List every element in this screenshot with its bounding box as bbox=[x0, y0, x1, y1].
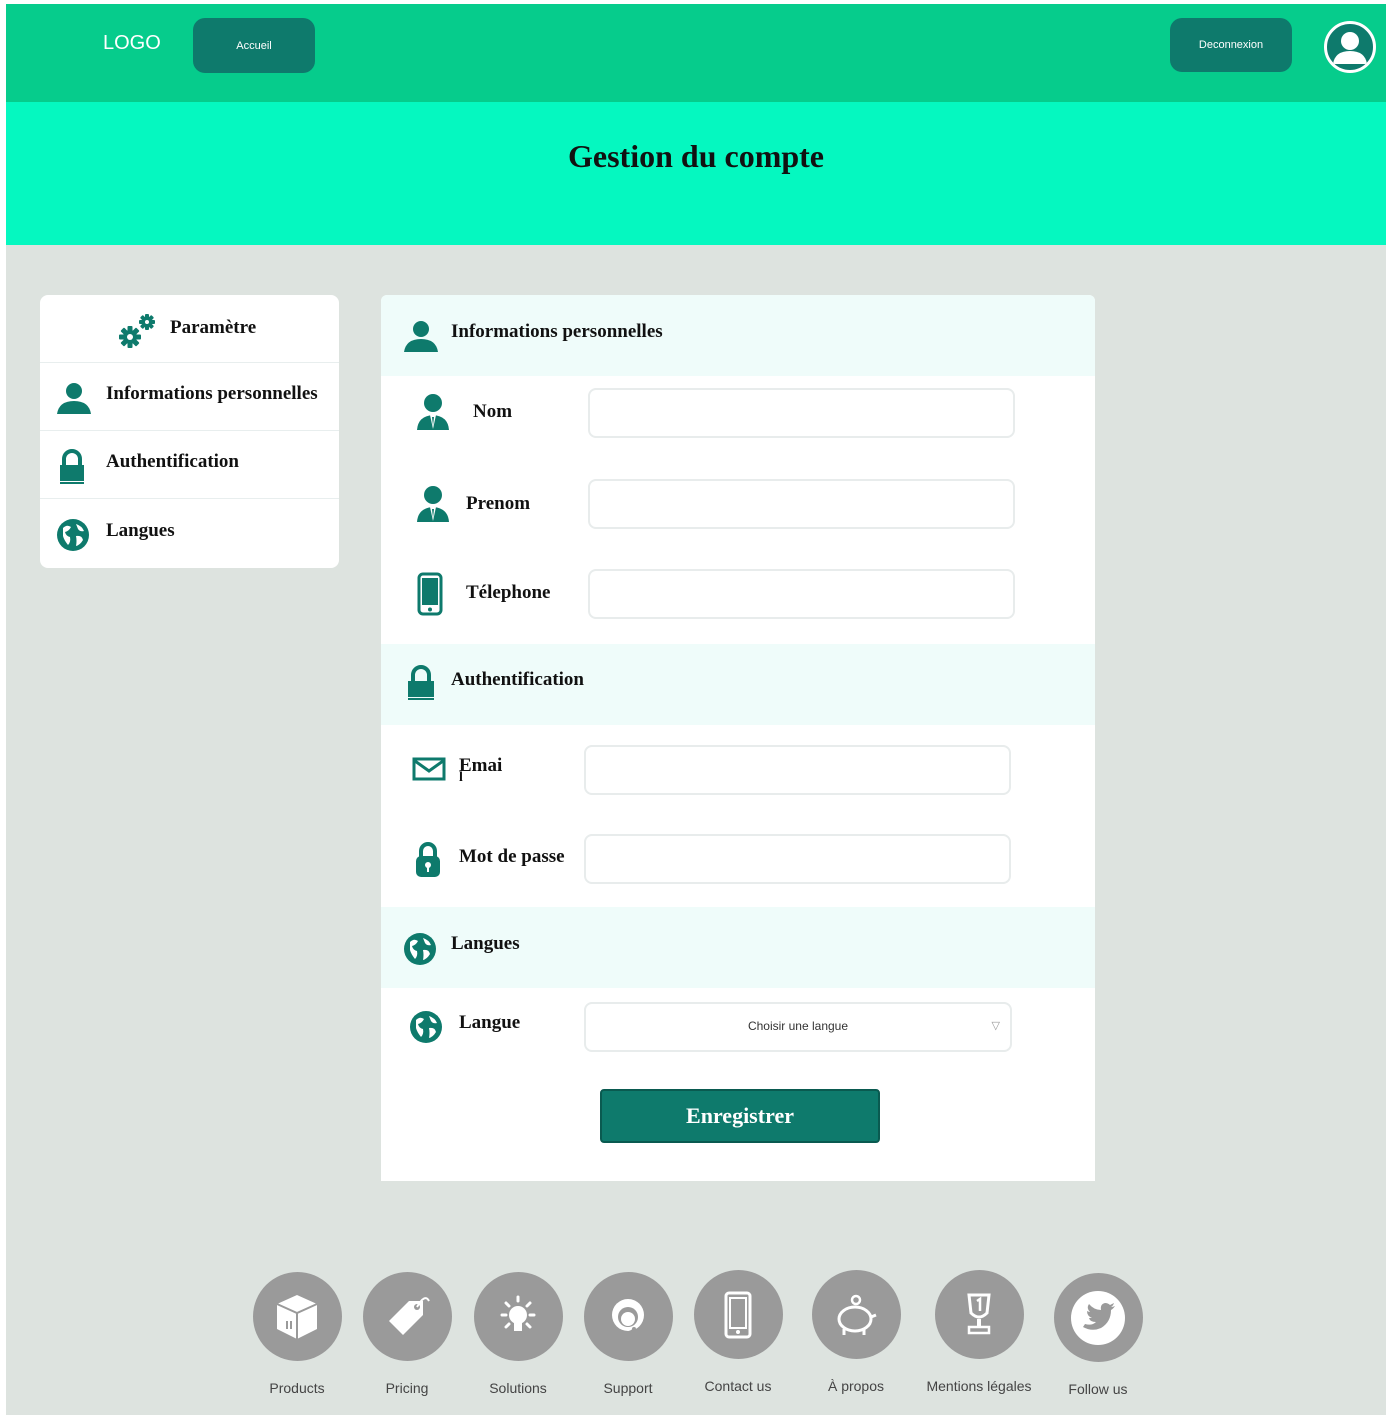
home-button[interactable]: Accueil bbox=[193, 18, 315, 73]
headset-icon bbox=[583, 1272, 673, 1361]
sidebar-title: Paramètre bbox=[170, 317, 257, 338]
twitter-icon bbox=[1053, 1273, 1143, 1362]
businessman-icon bbox=[415, 393, 451, 436]
email-label-overflow: l bbox=[459, 770, 463, 785]
logo[interactable]: LOGO bbox=[103, 32, 161, 55]
globe-icon bbox=[409, 1010, 443, 1049]
section-languages: Langues bbox=[381, 907, 1095, 988]
lock-icon bbox=[56, 449, 88, 490]
settings-sidebar: Paramètre Informations personnelles Auth… bbox=[40, 295, 339, 568]
sidebar-item-label: Langues bbox=[106, 520, 175, 541]
account-form-card: Informations personnelles Nom Prenom Tél… bbox=[381, 295, 1095, 1181]
footer-label: Mentions légales bbox=[926, 1378, 1032, 1394]
section-title: Authentification bbox=[451, 669, 584, 690]
box-icon bbox=[252, 1272, 342, 1361]
footer-item-contact[interactable]: Contact us bbox=[683, 1270, 793, 1394]
gears-icon bbox=[118, 313, 158, 354]
section-authentication: Authentification bbox=[381, 644, 1095, 725]
lock-icon bbox=[405, 664, 437, 707]
section-personal-info: Informations personnelles bbox=[381, 295, 1095, 376]
email-label: Emai bbox=[459, 755, 503, 776]
lightbulb-icon bbox=[473, 1272, 563, 1361]
sidebar-item-label: Authentification bbox=[106, 451, 239, 472]
chevron-down-icon: ▽ bbox=[991, 1019, 1000, 1032]
footer-label: À propos bbox=[827, 1378, 885, 1394]
section-title: Informations personnelles bbox=[451, 321, 663, 342]
prenom-input[interactable] bbox=[588, 479, 1015, 529]
user-icon bbox=[403, 319, 439, 358]
footer-item-legal[interactable]: Mentions légales bbox=[924, 1270, 1034, 1394]
section-title: Langues bbox=[451, 933, 520, 954]
footer-label: Pricing bbox=[385, 1380, 429, 1396]
avatar-icon[interactable] bbox=[1324, 21, 1376, 73]
footer-label: Contact us bbox=[704, 1378, 772, 1394]
footer-item-about[interactable]: À propos bbox=[801, 1270, 911, 1394]
nom-input[interactable] bbox=[588, 388, 1015, 438]
language-select-value: Choisir une langue bbox=[747, 1019, 849, 1033]
tablet-icon bbox=[693, 1270, 783, 1359]
footer-label: Products bbox=[269, 1380, 325, 1396]
footer-label: Support bbox=[603, 1380, 653, 1396]
footer-item-follow[interactable]: Follow us bbox=[1043, 1273, 1153, 1397]
footer-label: Follow us bbox=[1068, 1381, 1128, 1397]
globe-icon bbox=[403, 932, 437, 971]
footer-item-solutions[interactable]: Solutions bbox=[463, 1272, 573, 1396]
globe-icon bbox=[56, 518, 90, 557]
padlock-icon bbox=[414, 841, 442, 884]
trophy-icon bbox=[934, 1270, 1024, 1359]
sidebar-item-authentication[interactable]: Authentification bbox=[40, 431, 339, 499]
logout-button[interactable]: Deconnexion bbox=[1170, 18, 1292, 72]
footer-item-products[interactable]: Products bbox=[242, 1272, 352, 1396]
user-icon bbox=[56, 381, 92, 420]
sidebar-header: Paramètre bbox=[40, 295, 339, 363]
sidebar-item-label: Informations personnelles bbox=[106, 383, 318, 404]
footer-item-support[interactable]: Support bbox=[573, 1272, 683, 1396]
password-label: Mot de passe bbox=[459, 846, 565, 867]
mail-icon bbox=[412, 757, 446, 786]
nom-label: Nom bbox=[473, 401, 513, 422]
tag-icon bbox=[362, 1272, 452, 1361]
footer-item-pricing[interactable]: Pricing bbox=[352, 1272, 462, 1396]
save-button[interactable]: Enregistrer bbox=[600, 1089, 880, 1143]
language-select[interactable]: Choisir une langue ▽ bbox=[584, 1002, 1012, 1052]
telephone-input[interactable] bbox=[588, 569, 1015, 619]
piggy-bank-icon bbox=[811, 1270, 901, 1359]
sidebar-item-languages[interactable]: Langues bbox=[40, 500, 339, 568]
businessman-icon bbox=[415, 485, 451, 528]
prenom-label: Prenom bbox=[466, 493, 531, 514]
langue-label: Langue bbox=[459, 1012, 521, 1033]
top-navbar: LOGO Accueil Deconnexion bbox=[6, 4, 1386, 102]
sidebar-item-personal-info[interactable]: Informations personnelles bbox=[40, 363, 339, 431]
page: LOGO Accueil Deconnexion Gestion du comp… bbox=[6, 4, 1386, 1415]
mobile-phone-icon bbox=[417, 572, 443, 621]
password-input[interactable] bbox=[584, 834, 1011, 884]
page-title: Gestion du compte bbox=[568, 138, 824, 174]
hero-banner: Gestion du compte bbox=[6, 102, 1386, 245]
footer-label: Solutions bbox=[489, 1380, 547, 1396]
email-input[interactable] bbox=[584, 745, 1011, 795]
telephone-label: Télephone bbox=[466, 582, 551, 603]
